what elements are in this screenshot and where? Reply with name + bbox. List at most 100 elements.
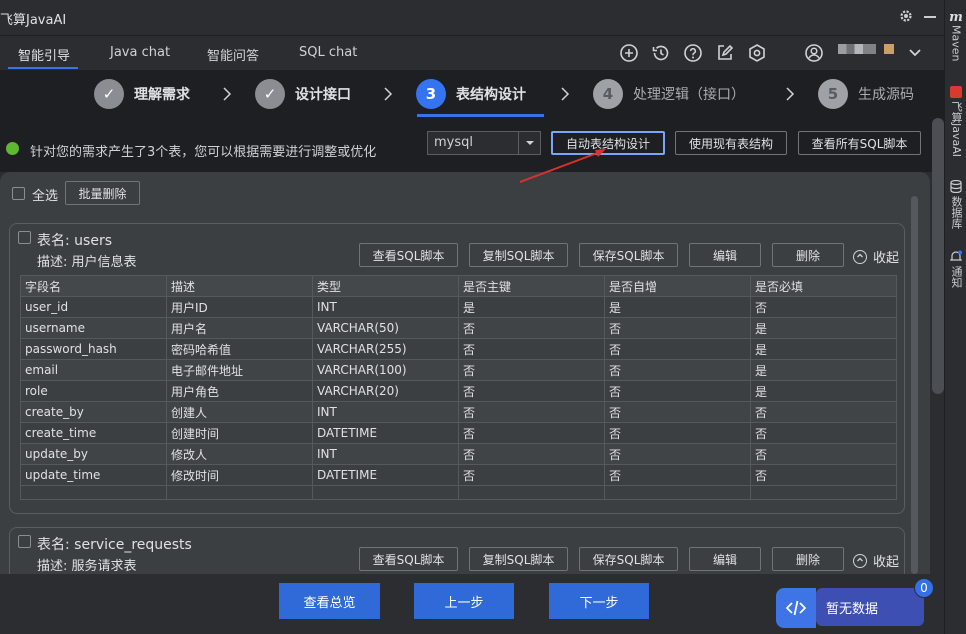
info-row: 针对您的需求产生了3个表，您可以根据需要进行调整或优化 mysql 自动表结构设… xyxy=(0,122,944,172)
table-cell: 否 xyxy=(458,359,605,381)
maven-tool[interactable]: m Maven xyxy=(945,10,966,61)
tab-smart-qa[interactable]: 智能问答 xyxy=(207,45,259,64)
database-type-select[interactable]: mysql xyxy=(427,131,541,155)
collapse-label: 收起 xyxy=(873,251,900,266)
step-label: 生成源码 xyxy=(858,87,914,103)
table-cell: 是 xyxy=(750,359,897,381)
step-done-check-icon: ✓ xyxy=(255,79,285,109)
table-cell: 否 xyxy=(458,401,605,423)
table-row[interactable]: create_time 创建时间 DATETIME 否否否 xyxy=(20,422,897,444)
fields-table: 字段名 描述 类型 是否主键 是否自增 是否必填 user_id 用户ID INT 是… xyxy=(20,275,897,500)
chevron-right-icon xyxy=(783,86,797,102)
step-design-interface[interactable]: ✓ 设计接口 xyxy=(255,78,351,110)
delete-button[interactable]: 删除 xyxy=(772,243,844,267)
save-sql-button[interactable]: 保存SQL脚本 xyxy=(579,243,678,267)
database-tool[interactable]: 数据库 xyxy=(945,179,966,229)
gear-icon[interactable] xyxy=(898,8,914,24)
table-cell: VARCHAR(50) xyxy=(312,317,459,339)
copy-sql-button[interactable]: 复制SQL脚本 xyxy=(469,547,568,571)
table-cell xyxy=(166,485,313,500)
view-sql-button[interactable]: 查看SQL脚本 xyxy=(359,243,458,267)
table-design-panel: 全选 批量删除 表名: users 描述: 用户信息表 查看SQL脚本 复制SQ… xyxy=(0,172,930,574)
tab-java-chat[interactable]: Java chat xyxy=(110,45,170,60)
table-cell: 否 xyxy=(750,401,897,423)
table-row[interactable]: update_by 修改人 INT 否否否 xyxy=(20,443,897,465)
window-scrollbar[interactable] xyxy=(932,118,944,394)
database-icon xyxy=(950,179,962,196)
table-row[interactable]: email 电子邮件地址 VARCHAR(100) 否否是 xyxy=(20,359,897,381)
tab-bar: 智能引导 Java chat 智能问答 SQL chat xyxy=(0,36,944,70)
table-cell: 否 xyxy=(604,401,751,423)
table-row[interactable]: username 用户名 VARCHAR(50) 否否是 xyxy=(20,317,897,339)
panel-scrollbar[interactable] xyxy=(911,196,918,574)
column-header: 是否必填 xyxy=(750,275,897,297)
user-avatar-icon[interactable] xyxy=(803,42,825,64)
settings-hex-icon[interactable] xyxy=(746,42,768,64)
column-header: 是否自增 xyxy=(604,275,751,297)
table-cell xyxy=(312,485,459,500)
collapse-toggle[interactable]: 收起 xyxy=(853,247,899,266)
chevron-right-icon xyxy=(558,86,572,102)
table-cell xyxy=(604,485,751,500)
step-process-logic[interactable]: 4 处理逻辑（接口） xyxy=(593,78,745,110)
select-all-label: 全选 xyxy=(32,189,59,204)
tab-smart-guide[interactable]: 智能引导 xyxy=(18,45,70,64)
dropdown-arrow-icon[interactable] xyxy=(518,132,540,154)
feisuan-javaai-tool[interactable]: 飞算JavaAI xyxy=(945,86,966,157)
save-sql-button[interactable]: 保存SQL脚本 xyxy=(579,547,678,571)
table-checkbox[interactable] xyxy=(18,231,31,244)
use-existing-tables-button[interactable]: 使用现有表结构 xyxy=(675,131,787,155)
table-row[interactable]: role 用户角色 VARCHAR(20) 否否是 xyxy=(20,380,897,402)
edit-icon[interactable] xyxy=(714,42,736,64)
table-cell: 否 xyxy=(604,464,751,486)
title-bar: 飞算JavaAI xyxy=(0,0,944,36)
edit-button[interactable]: 编辑 xyxy=(689,547,761,571)
batch-delete-button[interactable]: 批量删除 xyxy=(65,181,140,205)
view-sql-button[interactable]: 查看SQL脚本 xyxy=(359,547,458,571)
step-label: 表结构设计 xyxy=(456,87,526,103)
column-header: 类型 xyxy=(312,275,459,297)
table-row[interactable]: password_hash 密码哈希值 VARCHAR(255) 否否是 xyxy=(20,338,897,360)
table-description: 描述: 用户信息表 xyxy=(37,255,137,270)
collapse-toggle[interactable]: 收起 xyxy=(853,551,899,570)
step-understand-requirements[interactable]: ✓ 理解需求 xyxy=(94,78,190,110)
table-row[interactable]: user_id 用户ID INT 是是否 xyxy=(20,296,897,318)
table-row[interactable]: create_by 创建人 INT 否否否 xyxy=(20,401,897,423)
step-generate-source[interactable]: 5 生成源码 xyxy=(818,78,914,110)
table-cell: INT xyxy=(312,401,459,423)
table-cell: password_hash xyxy=(20,338,167,360)
notifications-tool[interactable]: 通知 xyxy=(945,250,966,288)
chevron-down-icon[interactable] xyxy=(905,42,925,62)
select-all-checkbox[interactable] xyxy=(12,187,25,200)
table-cell: 否 xyxy=(750,296,897,318)
no-data-label[interactable]: 暂无数据 xyxy=(816,588,924,626)
delete-button[interactable]: 删除 xyxy=(772,547,844,571)
tab-sql-chat[interactable]: SQL chat xyxy=(299,45,357,60)
step-number: 4 xyxy=(593,79,623,109)
step-table-design[interactable]: 3 表结构设计 xyxy=(416,78,526,110)
table-cell: VARCHAR(100) xyxy=(312,359,459,381)
active-tab-indicator xyxy=(8,67,78,69)
tool-label: 数据库 xyxy=(950,196,963,229)
table-cell xyxy=(750,485,897,500)
previous-step-button[interactable]: 上一步 xyxy=(414,583,514,619)
view-overview-button[interactable]: 查看总览 xyxy=(279,583,380,619)
help-icon[interactable] xyxy=(682,42,704,64)
copy-sql-button[interactable]: 复制SQL脚本 xyxy=(469,243,568,267)
edit-button[interactable]: 编辑 xyxy=(689,243,761,267)
history-icon[interactable] xyxy=(650,42,672,64)
auto-table-design-button[interactable]: 自动表结构设计 xyxy=(551,131,665,155)
table-cell: 否 xyxy=(458,443,605,465)
code-icon[interactable] xyxy=(776,588,816,628)
table-checkbox[interactable] xyxy=(18,535,31,548)
chevron-right-icon xyxy=(220,86,234,102)
next-step-button[interactable]: 下一步 xyxy=(549,583,649,619)
table-cell: create_time xyxy=(20,422,167,444)
table-row[interactable]: update_time 修改时间 DATETIME 否否否 xyxy=(20,464,897,486)
table-cell: 创建时间 xyxy=(166,422,313,444)
minimize-icon[interactable] xyxy=(924,16,936,18)
table-cell: 否 xyxy=(750,422,897,444)
add-icon[interactable] xyxy=(618,42,640,64)
table-cell: create_by xyxy=(20,401,167,423)
view-all-sql-button[interactable]: 查看所有SQL脚本 xyxy=(798,131,921,155)
